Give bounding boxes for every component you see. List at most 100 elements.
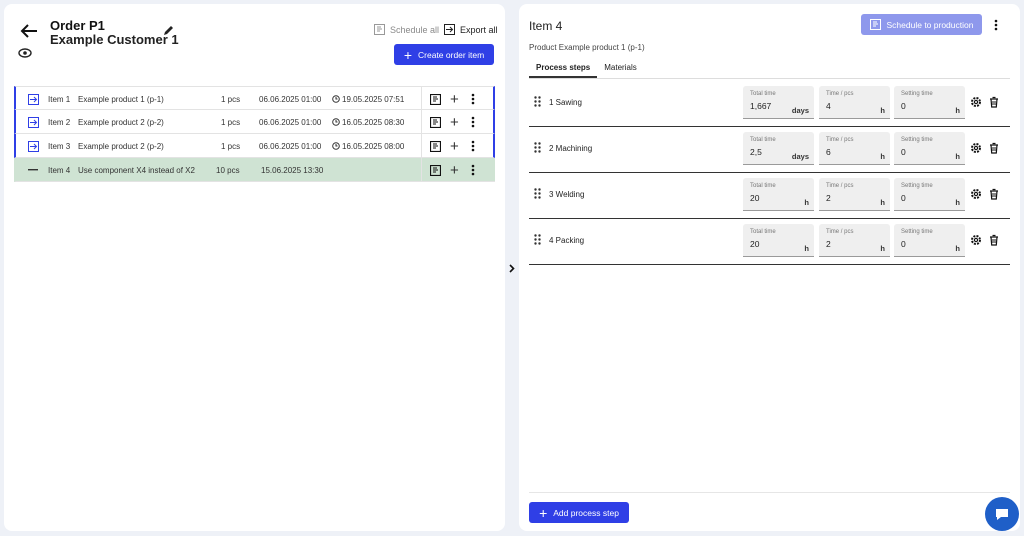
total-time-field[interactable]: Total time 20 h bbox=[743, 178, 814, 211]
add-icon[interactable]: + bbox=[450, 134, 459, 158]
field-unit: h bbox=[880, 244, 885, 253]
more-vert-icon[interactable] bbox=[991, 17, 1001, 33]
schedule-to-production-label: Schedule to production bbox=[886, 19, 974, 30]
add-process-step-label: Add process step bbox=[553, 507, 619, 518]
drag-handle-icon[interactable] bbox=[534, 142, 541, 153]
tab-process-steps[interactable]: Process steps bbox=[529, 63, 598, 78]
eye-icon[interactable] bbox=[16, 46, 34, 60]
field-value: 20 bbox=[750, 193, 760, 203]
detail-tabs: Process steps Materials bbox=[529, 63, 644, 78]
table-row[interactable]: Item 2 Example product 2 (p-2) 1 pcs 06.… bbox=[14, 110, 495, 134]
step-name: 4 Packing bbox=[549, 236, 585, 245]
field-label: Time / pcs bbox=[826, 91, 854, 97]
schedule-item-icon[interactable] bbox=[430, 134, 441, 158]
time-per-pcs-field[interactable]: Time / pcs 6 h bbox=[819, 132, 890, 165]
order-title: Order P1 bbox=[50, 18, 105, 33]
schedule-all-button[interactable]: Schedule all bbox=[374, 24, 439, 35]
more-vert-icon[interactable] bbox=[471, 87, 475, 111]
field-label: Total time bbox=[750, 91, 776, 97]
row-divider bbox=[421, 134, 422, 158]
setting-time-field[interactable]: Setting time 0 h bbox=[894, 178, 965, 211]
time-per-pcs-field[interactable]: Time / pcs 2 h bbox=[819, 178, 890, 211]
field-label: Setting time bbox=[901, 137, 933, 143]
gear-icon[interactable] bbox=[970, 96, 982, 108]
table-row[interactable]: Item 1 Example product 1 (p-1) 1 pcs 06.… bbox=[14, 86, 495, 111]
minus-icon[interactable] bbox=[26, 158, 40, 182]
arrow-into-box-icon[interactable] bbox=[26, 134, 40, 158]
field-label: Total time bbox=[750, 229, 776, 235]
arrow-into-box-icon[interactable] bbox=[26, 110, 40, 134]
more-vert-icon[interactable] bbox=[471, 158, 475, 182]
row-divider bbox=[421, 110, 422, 134]
field-label: Time / pcs bbox=[826, 183, 854, 189]
time-per-pcs-field[interactable]: Time / pcs 4 h bbox=[819, 86, 890, 119]
field-value: 2 bbox=[826, 239, 831, 249]
schedule-to-production-button[interactable]: Schedule to production bbox=[861, 14, 982, 35]
schedule-item-icon[interactable] bbox=[430, 110, 441, 134]
table-row-selected[interactable]: Item 4 Use component X4 instead of X2 10… bbox=[14, 158, 495, 182]
gear-icon[interactable] bbox=[970, 188, 982, 200]
create-order-item-button[interactable]: + Create order item bbox=[394, 44, 494, 65]
back-arrow-icon[interactable] bbox=[18, 20, 40, 42]
order-items-table: Item 1 Example product 1 (p-1) 1 pcs 06.… bbox=[14, 86, 495, 182]
arrow-into-box-icon[interactable] bbox=[26, 87, 40, 111]
chat-bubble-icon[interactable] bbox=[985, 497, 1019, 531]
tab-materials[interactable]: Materials bbox=[597, 63, 643, 78]
trash-icon[interactable] bbox=[989, 142, 999, 154]
field-value: 0 bbox=[901, 147, 906, 157]
schedule-icon bbox=[869, 19, 881, 30]
setting-time-field[interactable]: Setting time 0 h bbox=[894, 224, 965, 257]
add-icon[interactable]: + bbox=[450, 158, 459, 182]
add-icon[interactable]: + bbox=[450, 110, 459, 134]
item-title: Item 4 bbox=[529, 19, 563, 33]
field-label: Time / pcs bbox=[826, 229, 854, 235]
setting-time-field[interactable]: Setting time 0 h bbox=[894, 86, 965, 119]
field-unit: h bbox=[955, 152, 960, 161]
export-icon bbox=[444, 24, 455, 35]
field-unit: h bbox=[955, 244, 960, 253]
add-icon[interactable]: + bbox=[450, 87, 459, 111]
trash-icon[interactable] bbox=[989, 188, 999, 200]
field-value: 20 bbox=[750, 239, 760, 249]
total-time-field[interactable]: Total time 20 h bbox=[743, 224, 814, 257]
schedule-item-icon[interactable] bbox=[430, 158, 441, 182]
more-vert-icon[interactable] bbox=[471, 134, 475, 158]
more-vert-icon[interactable] bbox=[471, 110, 475, 134]
item-due-date: 06.06.2025 01:00 bbox=[259, 117, 322, 127]
total-time-field[interactable]: Total time 1,667 days bbox=[743, 86, 814, 119]
schedule-item-icon[interactable] bbox=[430, 87, 441, 111]
drag-handle-icon[interactable] bbox=[534, 188, 541, 199]
drag-handle-icon[interactable] bbox=[534, 96, 541, 107]
step-name: 3 Welding bbox=[549, 190, 585, 199]
total-time-field[interactable]: Total time 2,5 days bbox=[743, 132, 814, 165]
export-all-button[interactable]: Export all bbox=[444, 24, 498, 35]
trash-icon[interactable] bbox=[989, 234, 999, 246]
item-product: Use component X4 instead of X2 bbox=[78, 165, 195, 175]
item-quantity: 1 pcs bbox=[221, 141, 241, 151]
row-divider bbox=[421, 87, 422, 111]
tabs-divider bbox=[529, 78, 1010, 79]
time-per-pcs-field[interactable]: Time / pcs 2 h bbox=[819, 224, 890, 257]
drag-handle-icon[interactable] bbox=[534, 234, 541, 245]
process-step: 1 Sawing Total time 1,667 days Time / pc… bbox=[529, 81, 1010, 127]
field-label: Setting time bbox=[901, 183, 933, 189]
step-name: 2 Machining bbox=[549, 144, 593, 153]
create-order-item-label: Create order item bbox=[418, 49, 485, 60]
table-row[interactable]: Item 3 Example product 2 (p-2) 1 pcs 06.… bbox=[14, 134, 495, 158]
item-name: Item 1 bbox=[48, 94, 71, 104]
plus-icon: + bbox=[403, 46, 413, 63]
gear-icon[interactable] bbox=[970, 234, 982, 246]
chevron-right-icon[interactable] bbox=[507, 262, 517, 274]
field-value: 2 bbox=[826, 193, 831, 203]
field-unit: h bbox=[880, 198, 885, 207]
trash-icon[interactable] bbox=[989, 96, 999, 108]
item-quantity: 1 pcs bbox=[221, 94, 241, 104]
field-value: 0 bbox=[901, 239, 906, 249]
item-name: Item 4 bbox=[48, 165, 71, 175]
gear-icon[interactable] bbox=[970, 142, 982, 154]
export-all-label: Export all bbox=[460, 24, 498, 35]
add-process-step-button[interactable]: + Add process step bbox=[529, 502, 629, 523]
setting-time-field[interactable]: Setting time 0 h bbox=[894, 132, 965, 165]
plus-icon: + bbox=[539, 504, 548, 521]
pencil-icon[interactable] bbox=[160, 22, 176, 38]
